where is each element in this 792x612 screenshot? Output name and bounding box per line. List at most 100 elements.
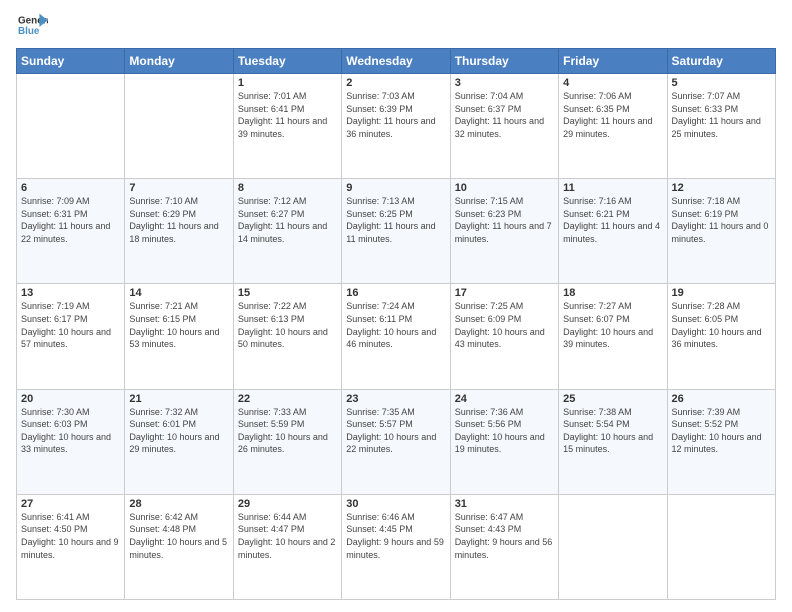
day-info: Sunrise: 7:04 AM Sunset: 6:37 PM Dayligh… [455, 90, 554, 140]
day-info: Sunrise: 7:39 AM Sunset: 5:52 PM Dayligh… [672, 406, 771, 456]
calendar-cell: 29Sunrise: 6:44 AM Sunset: 4:47 PM Dayli… [233, 494, 341, 599]
calendar-cell: 5Sunrise: 7:07 AM Sunset: 6:33 PM Daylig… [667, 74, 775, 179]
calendar-header-row: SundayMondayTuesdayWednesdayThursdayFrid… [17, 49, 776, 74]
day-header-sunday: Sunday [17, 49, 125, 74]
calendar-cell: 20Sunrise: 7:30 AM Sunset: 6:03 PM Dayli… [17, 389, 125, 494]
day-number: 1 [238, 77, 337, 89]
day-number: 2 [346, 77, 445, 89]
day-number: 24 [455, 393, 554, 405]
day-info: Sunrise: 7:15 AM Sunset: 6:23 PM Dayligh… [455, 195, 554, 245]
day-number: 18 [563, 287, 662, 299]
day-info: Sunrise: 7:36 AM Sunset: 5:56 PM Dayligh… [455, 406, 554, 456]
day-number: 30 [346, 498, 445, 510]
day-number: 5 [672, 77, 771, 89]
day-info: Sunrise: 7:25 AM Sunset: 6:09 PM Dayligh… [455, 300, 554, 350]
calendar-cell: 9Sunrise: 7:13 AM Sunset: 6:25 PM Daylig… [342, 179, 450, 284]
calendar-table: SundayMondayTuesdayWednesdayThursdayFrid… [16, 48, 776, 600]
day-info: Sunrise: 7:27 AM Sunset: 6:07 PM Dayligh… [563, 300, 662, 350]
day-info: Sunrise: 7:10 AM Sunset: 6:29 PM Dayligh… [129, 195, 228, 245]
day-number: 15 [238, 287, 337, 299]
calendar-week-row: 27Sunrise: 6:41 AM Sunset: 4:50 PM Dayli… [17, 494, 776, 599]
day-info: Sunrise: 7:18 AM Sunset: 6:19 PM Dayligh… [672, 195, 771, 245]
calendar-page: General Blue SundayMondayTuesdayWednesda… [0, 0, 792, 612]
day-number: 13 [21, 287, 120, 299]
calendar-cell: 8Sunrise: 7:12 AM Sunset: 6:27 PM Daylig… [233, 179, 341, 284]
calendar-week-row: 1Sunrise: 7:01 AM Sunset: 6:41 PM Daylig… [17, 74, 776, 179]
day-number: 4 [563, 77, 662, 89]
day-number: 16 [346, 287, 445, 299]
calendar-cell: 1Sunrise: 7:01 AM Sunset: 6:41 PM Daylig… [233, 74, 341, 179]
day-info: Sunrise: 7:30 AM Sunset: 6:03 PM Dayligh… [21, 406, 120, 456]
calendar-cell: 13Sunrise: 7:19 AM Sunset: 6:17 PM Dayli… [17, 284, 125, 389]
calendar-cell: 16Sunrise: 7:24 AM Sunset: 6:11 PM Dayli… [342, 284, 450, 389]
day-info: Sunrise: 7:03 AM Sunset: 6:39 PM Dayligh… [346, 90, 445, 140]
day-info: Sunrise: 6:41 AM Sunset: 4:50 PM Dayligh… [21, 511, 120, 561]
day-number: 10 [455, 182, 554, 194]
day-number: 26 [672, 393, 771, 405]
day-info: Sunrise: 7:24 AM Sunset: 6:11 PM Dayligh… [346, 300, 445, 350]
day-number: 8 [238, 182, 337, 194]
day-number: 23 [346, 393, 445, 405]
calendar-cell: 17Sunrise: 7:25 AM Sunset: 6:09 PM Dayli… [450, 284, 558, 389]
calendar-cell: 11Sunrise: 7:16 AM Sunset: 6:21 PM Dayli… [559, 179, 667, 284]
calendar-cell: 23Sunrise: 7:35 AM Sunset: 5:57 PM Dayli… [342, 389, 450, 494]
calendar-week-row: 13Sunrise: 7:19 AM Sunset: 6:17 PM Dayli… [17, 284, 776, 389]
day-header-thursday: Thursday [450, 49, 558, 74]
day-number: 11 [563, 182, 662, 194]
day-info: Sunrise: 6:46 AM Sunset: 4:45 PM Dayligh… [346, 511, 445, 561]
day-header-saturday: Saturday [667, 49, 775, 74]
calendar-cell: 19Sunrise: 7:28 AM Sunset: 6:05 PM Dayli… [667, 284, 775, 389]
svg-text:Blue: Blue [18, 26, 40, 37]
calendar-cell: 31Sunrise: 6:47 AM Sunset: 4:43 PM Dayli… [450, 494, 558, 599]
calendar-cell: 21Sunrise: 7:32 AM Sunset: 6:01 PM Dayli… [125, 389, 233, 494]
day-info: Sunrise: 7:21 AM Sunset: 6:15 PM Dayligh… [129, 300, 228, 350]
day-number: 29 [238, 498, 337, 510]
calendar-cell: 12Sunrise: 7:18 AM Sunset: 6:19 PM Dayli… [667, 179, 775, 284]
day-info: Sunrise: 7:32 AM Sunset: 6:01 PM Dayligh… [129, 406, 228, 456]
day-number: 25 [563, 393, 662, 405]
day-info: Sunrise: 7:01 AM Sunset: 6:41 PM Dayligh… [238, 90, 337, 140]
calendar-cell: 6Sunrise: 7:09 AM Sunset: 6:31 PM Daylig… [17, 179, 125, 284]
calendar-cell: 15Sunrise: 7:22 AM Sunset: 6:13 PM Dayli… [233, 284, 341, 389]
day-number: 9 [346, 182, 445, 194]
day-info: Sunrise: 6:47 AM Sunset: 4:43 PM Dayligh… [455, 511, 554, 561]
day-number: 12 [672, 182, 771, 194]
calendar-cell [667, 494, 775, 599]
calendar-cell: 2Sunrise: 7:03 AM Sunset: 6:39 PM Daylig… [342, 74, 450, 179]
day-number: 19 [672, 287, 771, 299]
calendar-week-row: 20Sunrise: 7:30 AM Sunset: 6:03 PM Dayli… [17, 389, 776, 494]
day-number: 31 [455, 498, 554, 510]
day-info: Sunrise: 7:12 AM Sunset: 6:27 PM Dayligh… [238, 195, 337, 245]
day-info: Sunrise: 7:33 AM Sunset: 5:59 PM Dayligh… [238, 406, 337, 456]
calendar-cell: 4Sunrise: 7:06 AM Sunset: 6:35 PM Daylig… [559, 74, 667, 179]
calendar-cell [125, 74, 233, 179]
calendar-cell: 30Sunrise: 6:46 AM Sunset: 4:45 PM Dayli… [342, 494, 450, 599]
calendar-cell: 18Sunrise: 7:27 AM Sunset: 6:07 PM Dayli… [559, 284, 667, 389]
calendar-cell: 7Sunrise: 7:10 AM Sunset: 6:29 PM Daylig… [125, 179, 233, 284]
day-info: Sunrise: 7:16 AM Sunset: 6:21 PM Dayligh… [563, 195, 662, 245]
logo-icon: General Blue [16, 12, 48, 40]
day-number: 27 [21, 498, 120, 510]
day-info: Sunrise: 7:22 AM Sunset: 6:13 PM Dayligh… [238, 300, 337, 350]
day-header-tuesday: Tuesday [233, 49, 341, 74]
calendar-cell [559, 494, 667, 599]
day-header-friday: Friday [559, 49, 667, 74]
calendar-cell [17, 74, 125, 179]
day-info: Sunrise: 7:06 AM Sunset: 6:35 PM Dayligh… [563, 90, 662, 140]
calendar-cell: 14Sunrise: 7:21 AM Sunset: 6:15 PM Dayli… [125, 284, 233, 389]
day-info: Sunrise: 7:38 AM Sunset: 5:54 PM Dayligh… [563, 406, 662, 456]
day-header-monday: Monday [125, 49, 233, 74]
day-number: 20 [21, 393, 120, 405]
day-number: 7 [129, 182, 228, 194]
calendar-cell: 28Sunrise: 6:42 AM Sunset: 4:48 PM Dayli… [125, 494, 233, 599]
day-info: Sunrise: 7:28 AM Sunset: 6:05 PM Dayligh… [672, 300, 771, 350]
calendar-week-row: 6Sunrise: 7:09 AM Sunset: 6:31 PM Daylig… [17, 179, 776, 284]
day-number: 14 [129, 287, 228, 299]
day-info: Sunrise: 6:44 AM Sunset: 4:47 PM Dayligh… [238, 511, 337, 561]
day-info: Sunrise: 7:13 AM Sunset: 6:25 PM Dayligh… [346, 195, 445, 245]
day-info: Sunrise: 7:35 AM Sunset: 5:57 PM Dayligh… [346, 406, 445, 456]
logo: General Blue [16, 12, 48, 40]
calendar-cell: 24Sunrise: 7:36 AM Sunset: 5:56 PM Dayli… [450, 389, 558, 494]
header: General Blue [16, 12, 776, 40]
calendar-cell: 25Sunrise: 7:38 AM Sunset: 5:54 PM Dayli… [559, 389, 667, 494]
